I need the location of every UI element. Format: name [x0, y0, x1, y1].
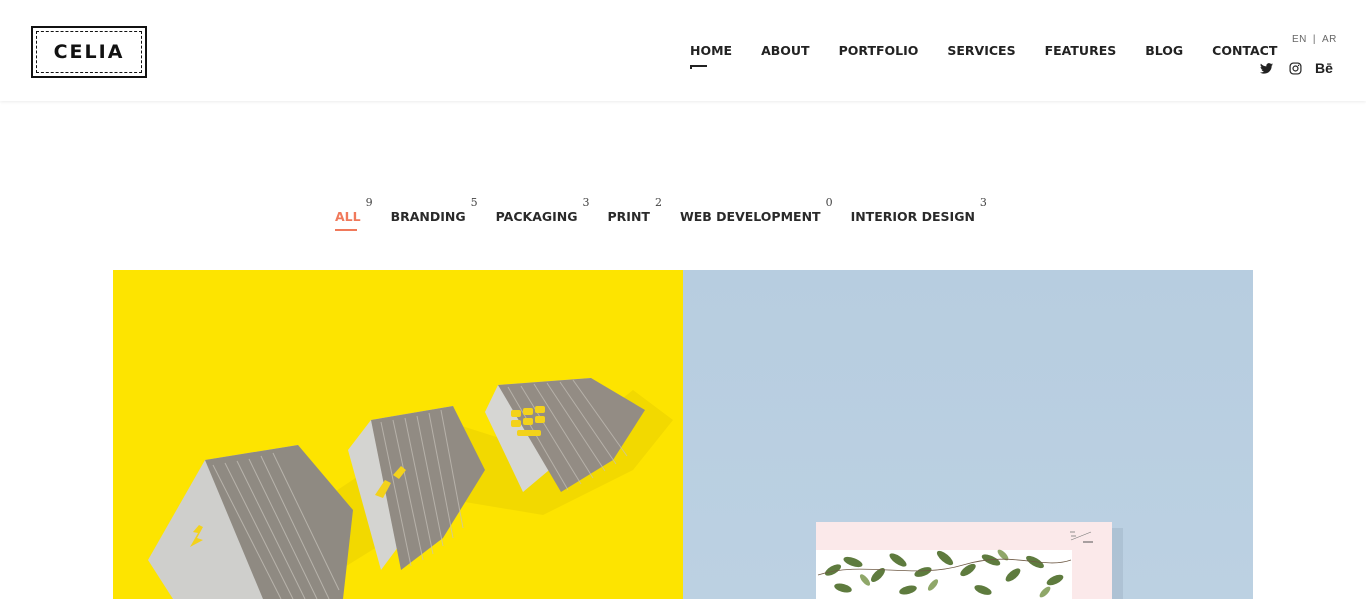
nav-home[interactable]: HOME — [690, 43, 732, 69]
filter-count: 9 — [365, 196, 373, 209]
lang-ar[interactable]: AR — [1322, 34, 1337, 45]
language-switcher: EN | AR — [1292, 34, 1337, 45]
filter-count: 0 — [825, 196, 833, 209]
filter-branding[interactable]: BRANDING 5 — [390, 196, 478, 225]
portfolio-filter: ALL 9 BRANDING 5 PACKAGING 3 PRINT 2 WEB… — [335, 196, 1005, 231]
twitter-icon[interactable] — [1258, 60, 1274, 76]
social-links: Bē — [1258, 60, 1333, 76]
lang-en[interactable]: EN — [1292, 34, 1307, 45]
filter-label: BRANDING — [390, 209, 466, 224]
business-cards-image — [148, 378, 673, 599]
portfolio-item-floral-print[interactable] — [683, 270, 1253, 599]
nav-portfolio[interactable]: PORTFOLIO — [839, 43, 919, 58]
filter-count: 3 — [979, 196, 987, 209]
filter-count: 5 — [470, 196, 478, 209]
filter-label: INTERIOR DESIGN — [850, 209, 975, 224]
floral-print-image — [816, 522, 1123, 599]
nav-features[interactable]: FEATURES — [1045, 43, 1117, 58]
lang-separator: | — [1312, 34, 1317, 45]
site-header: CELIA HOME ABOUT PORTFOLIO SERVICES FEAT… — [0, 0, 1366, 101]
portfolio-grid — [113, 270, 1253, 599]
filter-web-development[interactable]: WEB DEVELOPMENT 0 — [679, 196, 833, 225]
logo-text: CELIA — [53, 41, 125, 63]
filter-count: 3 — [582, 196, 590, 209]
filter-label: ALL — [335, 209, 361, 224]
main-nav: HOME ABOUT PORTFOLIO SERVICES FEATURES B… — [690, 43, 1306, 69]
filter-packaging[interactable]: PACKAGING 3 — [495, 196, 590, 225]
filter-label: PRINT — [607, 209, 650, 224]
nav-blog[interactable]: BLOG — [1145, 43, 1183, 58]
portfolio-item-business-cards[interactable] — [113, 270, 683, 599]
instagram-icon[interactable] — [1287, 60, 1303, 76]
nav-contact[interactable]: CONTACT — [1212, 43, 1277, 58]
filter-label: PACKAGING — [495, 209, 578, 224]
filter-all[interactable]: ALL 9 — [335, 196, 373, 231]
filter-count: 2 — [654, 196, 662, 209]
logo[interactable]: CELIA — [31, 26, 147, 78]
filter-print[interactable]: PRINT 2 — [607, 196, 662, 225]
nav-about[interactable]: ABOUT — [761, 43, 810, 58]
behance-icon[interactable]: Bē — [1315, 60, 1333, 76]
nav-services[interactable]: SERVICES — [947, 43, 1015, 58]
filter-interior-design[interactable]: INTERIOR DESIGN 3 — [850, 196, 987, 225]
filter-label: WEB DEVELOPMENT — [679, 209, 821, 224]
